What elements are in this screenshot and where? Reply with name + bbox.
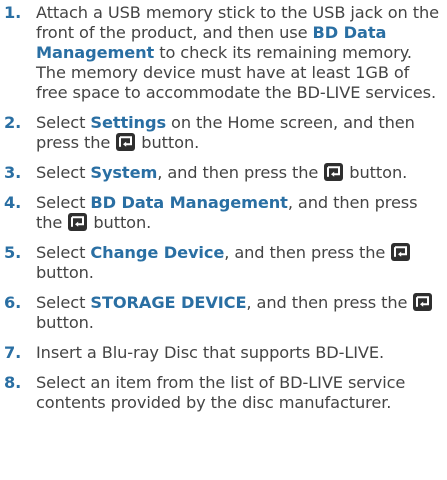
step-number: 7.	[4, 343, 22, 362]
step-7: 7. Insert a Blu-ray Disc that supports BD…	[0, 343, 447, 363]
enter-button-icon	[413, 293, 433, 311]
step-text-segment: Select an item from the list of BD-LIVE …	[36, 373, 406, 412]
step-number: 4.	[4, 193, 22, 212]
step-text-segment: button.	[88, 213, 152, 232]
step-6: 6. Select STORAGE DEVICE, and then press …	[0, 293, 447, 333]
enter-button-icon	[68, 213, 88, 231]
step-text-segment: button.	[136, 133, 200, 152]
menu-item-name: BD Data Management	[90, 193, 288, 212]
step-text: Select Change Device, and then press the…	[36, 243, 411, 282]
step-number: 5.	[4, 243, 22, 262]
step-text-segment: Select	[36, 193, 91, 212]
step-text-segment: button.	[344, 163, 408, 182]
step-text-segment: Select	[36, 293, 91, 312]
step-text-segment: Select	[36, 243, 91, 262]
instruction-steps: 1. Attach a USB memory stick to the USB j…	[0, 0, 447, 413]
menu-item-name: Change Device	[90, 243, 225, 262]
step-text: Select an item from the list of BD-LIVE …	[36, 373, 405, 412]
step-number: 3.	[4, 163, 22, 182]
step-text-segment: , and then press the	[246, 293, 413, 312]
step-text-segment: , and then press the	[224, 243, 391, 262]
menu-item-name: STORAGE DEVICE	[90, 293, 247, 312]
step-text-segment: Select	[36, 163, 91, 182]
step-number: 1.	[4, 3, 22, 22]
step-number: 8.	[4, 373, 22, 392]
step-4: 4. Select BD Data Management, and then pr…	[0, 193, 447, 233]
enter-button-icon	[391, 243, 411, 261]
menu-item-name: System	[90, 163, 158, 182]
step-2: 2. Select Settings on the Home screen, an…	[0, 113, 447, 153]
menu-item-name: Settings	[90, 113, 166, 132]
step-3: 3. Select System, and then press the butt…	[0, 163, 447, 183]
step-text-segment: , and then press the	[157, 163, 324, 182]
step-1: 1. Attach a USB memory stick to the USB j…	[0, 3, 447, 103]
step-text: Attach a USB memory stick to the USB jac…	[36, 3, 439, 102]
enter-button-icon	[324, 163, 344, 181]
step-text: Insert a Blu-ray Disc that supports BD-L…	[36, 343, 384, 362]
step-text: Select STORAGE DEVICE, and then press th…	[36, 293, 433, 332]
step-text: Select System, and then press the button…	[36, 163, 407, 182]
step-text: Select BD Data Management, and then pres…	[36, 193, 418, 232]
step-text-segment: button.	[36, 263, 94, 282]
step-text-segment: Insert a Blu-ray Disc that supports BD-L…	[36, 343, 385, 362]
step-8: 8. Select an item from the list of BD-LIV…	[0, 373, 447, 413]
enter-button-icon	[116, 133, 136, 151]
step-number: 2.	[4, 113, 22, 132]
step-number: 6.	[4, 293, 22, 312]
step-5: 5. Select Change Device, and then press t…	[0, 243, 447, 283]
step-text-segment: Select	[36, 113, 91, 132]
step-text-segment: button.	[36, 313, 94, 332]
step-text: Select Settings on the Home screen, and …	[36, 113, 415, 152]
